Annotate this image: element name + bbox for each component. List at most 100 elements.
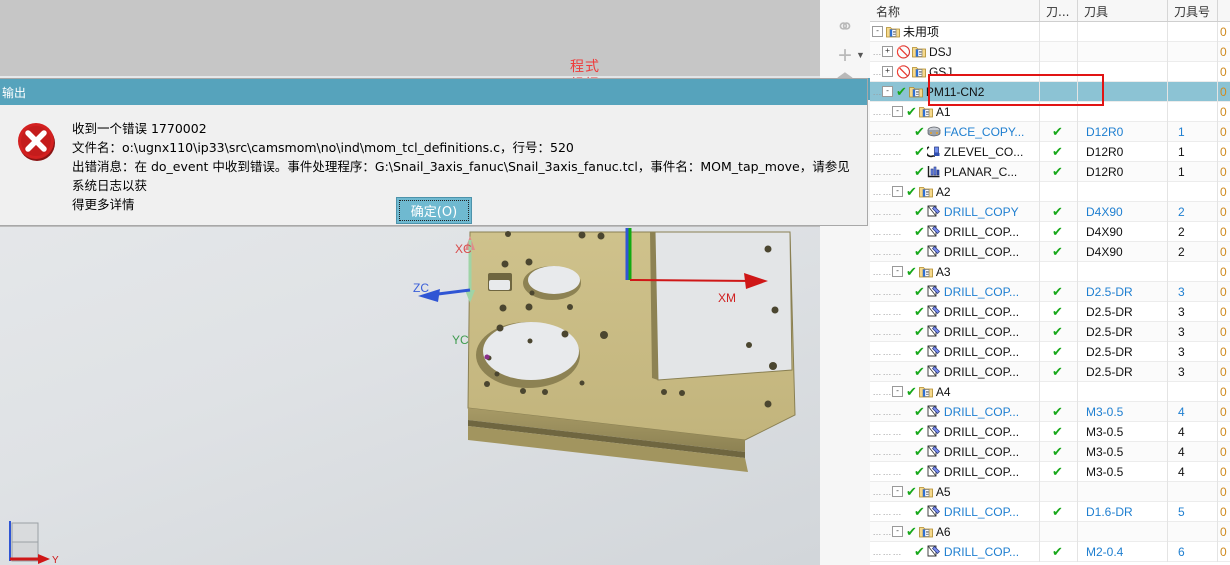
table-row[interactable]: ……… ✔ DRILL_COP... ✔ M3-0.5 4 0 [870, 401, 1230, 422]
check-icon[interactable]: ✔ [914, 505, 925, 518]
tree-cell-name[interactable]: ……… ✔ DRILL_COP... [870, 301, 1040, 322]
tree-cell-name[interactable]: … + 🚫 DSJ [870, 41, 1040, 62]
table-row[interactable]: ……… ✔ DRILL_COP... ✔ M2-0.4 6 0 [870, 541, 1230, 562]
tree-expander-toggle[interactable]: - [892, 106, 903, 117]
check-icon[interactable]: ✔ [914, 345, 925, 358]
check-icon[interactable]: ✔ [914, 285, 925, 298]
tree-guide: … [882, 106, 892, 117]
check-icon[interactable]: ✔ [896, 85, 907, 98]
check-icon[interactable]: ✔ [914, 205, 925, 218]
table-row[interactable]: ……… ✔ DRILL_COP... ✔ D4X90 2 0 [870, 241, 1230, 262]
tree-cell-name[interactable]: ……… ✔ DRILL_COP... [870, 401, 1040, 422]
table-row[interactable]: ……… ✔ DRILL_COP... ✔ M3-0.5 4 0 [870, 441, 1230, 462]
table-row[interactable]: …… - ✔ A2 0 [870, 181, 1230, 202]
table-row[interactable]: …… - ✔ A6 0 [870, 521, 1230, 542]
tree-cell-name[interactable]: …… - ✔ A3 [870, 261, 1040, 282]
tree-cell-name[interactable]: ……… ✔ DRILL_COP... [870, 281, 1040, 302]
check-icon[interactable]: ✔ [906, 485, 917, 498]
tree-cell-name[interactable]: …… - ✔ A6 [870, 521, 1040, 542]
svg-text:Y: Y [52, 555, 59, 565]
tree-cell-name[interactable]: ……… ✔ DRILL_COP... [870, 501, 1040, 522]
check-icon[interactable]: ✔ [914, 365, 925, 378]
table-row[interactable]: ……… ✔ DRILL_COP... ✔ D4X90 2 0 [870, 221, 1230, 242]
check-icon[interactable]: ✔ [906, 525, 917, 538]
table-row[interactable]: ……… ✔ DRILL_COP... ✔ D2.5-DR 3 0 [870, 301, 1230, 322]
table-row[interactable]: ……… ✔ DRILL_COP... ✔ D2.5-DR 3 0 [870, 341, 1230, 362]
tree-expander-toggle[interactable]: - [882, 86, 893, 97]
tree-cell-tool: D4X90 [1078, 221, 1168, 242]
tree-guide: … [882, 346, 892, 357]
column-header-tool[interactable]: 刀具 [1078, 0, 1168, 21]
column-header-gen[interactable]: 刀... [1040, 0, 1078, 21]
table-row[interactable]: ……… ✔ DRILL_COP... ✔ D2.5-DR 3 0 [870, 321, 1230, 342]
tree-cell-name[interactable]: ……… ✔ DRILL_COP... [870, 321, 1040, 342]
ok-button[interactable]: 确定(O) [395, 197, 473, 224]
check-icon[interactable]: ✔ [914, 165, 925, 178]
check-icon[interactable]: ✔ [906, 385, 917, 398]
tree-expander-toggle[interactable]: + [882, 46, 893, 57]
tree-cell-name[interactable]: ……… ✔ DRILL_COP... [870, 361, 1040, 382]
tree-cell-generated: ✔ [1040, 461, 1078, 482]
check-icon[interactable]: ✔ [906, 185, 917, 198]
table-row[interactable]: …… - ✔ A4 0 [870, 381, 1230, 402]
tree-cell-name[interactable]: ……… ✔ DRILL_COP... [870, 541, 1040, 562]
tree-expander-toggle[interactable]: - [892, 386, 903, 397]
tree-expander-toggle[interactable]: - [892, 486, 903, 497]
table-row[interactable]: ……… ✔ DRILL_COPY ✔ D4X90 2 0 [870, 201, 1230, 222]
link-icon[interactable]: ⚭ [820, 14, 870, 40]
tree-cell-name[interactable]: …… - ✔ A4 [870, 381, 1040, 402]
table-row[interactable]: ……… ✔ ZLEVEL_CO... ✔ D12R0 1 0 [870, 141, 1230, 162]
table-row[interactable]: ……… ✔ DRILL_COP... ✔ D2.5-DR 3 0 [870, 281, 1230, 302]
tree-expander-toggle[interactable]: - [872, 26, 883, 37]
table-row[interactable]: ……… ✔ PLANAR_C... ✔ D12R0 1 0 [870, 161, 1230, 182]
check-icon[interactable]: ✔ [914, 445, 925, 458]
tree-cell-name[interactable]: ……… ✔ DRILL_COP... [870, 221, 1040, 242]
check-icon[interactable]: ✔ [914, 145, 925, 158]
table-row[interactable]: ……… ✔ DRILL_COP... ✔ D1.6-DR 5 0 [870, 501, 1230, 522]
tree-cell-name[interactable]: ……… ✔ FACE_COPY... [870, 121, 1040, 142]
table-row[interactable]: …… - ✔ A3 0 [870, 261, 1230, 282]
check-icon[interactable]: ✔ [914, 225, 925, 238]
check-icon[interactable]: ✔ [914, 425, 925, 438]
check-icon[interactable]: ✔ [914, 125, 925, 138]
check-icon[interactable]: ✔ [914, 245, 925, 258]
table-row[interactable]: ……… ✔ DRILL_COP... ✔ M3-0.5 4 0 [870, 461, 1230, 482]
blocked-icon[interactable]: 🚫 [896, 45, 911, 59]
column-header-more[interactable] [1218, 0, 1230, 21]
table-row[interactable]: ……… ✔ DRILL_COP... ✔ M3-0.5 4 0 [870, 421, 1230, 442]
check-icon[interactable]: ✔ [906, 265, 917, 278]
table-row[interactable]: …… - ✔ A5 0 [870, 481, 1230, 502]
tree-cell-name[interactable]: ……… ✔ DRILL_COPY [870, 201, 1040, 222]
tree-cell-tool-number: 4 [1168, 421, 1218, 442]
tree-cell-name[interactable]: ……… ✔ DRILL_COP... [870, 421, 1040, 442]
orientation-cube[interactable]: Y [4, 519, 64, 565]
table-row[interactable]: … + 🚫 DSJ 0 [870, 41, 1230, 62]
column-header-toolnum[interactable]: 刀具号 [1168, 0, 1218, 21]
check-icon[interactable]: ✔ [914, 465, 925, 478]
tree-cell-name[interactable]: ……… ✔ DRILL_COP... [870, 341, 1040, 362]
tree-expander-toggle[interactable]: - [892, 186, 903, 197]
tree-expander-toggle[interactable]: - [892, 266, 903, 277]
tree-expander-toggle[interactable]: - [892, 526, 903, 537]
column-header-name[interactable]: 名称 [870, 0, 1040, 21]
tree-cell-name[interactable]: …… - ✔ A2 [870, 181, 1040, 202]
tree-item-label: DRILL_COPY [943, 204, 1019, 219]
table-row[interactable]: - 未用项 0 [870, 21, 1230, 42]
check-icon[interactable]: ✔ [914, 545, 925, 558]
tree-cell-name[interactable]: ……… ✔ DRILL_COP... [870, 461, 1040, 482]
tree-cell-name[interactable]: ……… ✔ ZLEVEL_CO... [870, 141, 1040, 162]
check-icon[interactable]: ✔ [906, 105, 917, 118]
chevron-down-icon[interactable]: ▼ [856, 50, 865, 60]
check-icon[interactable]: ✔ [914, 325, 925, 338]
tree-cell-name[interactable]: ……… ✔ PLANAR_C... [870, 161, 1040, 182]
tree-cell-name[interactable]: - 未用项 [870, 21, 1040, 42]
tree-cell-name[interactable]: …… - ✔ A5 [870, 481, 1040, 502]
tree-expander-toggle[interactable]: + [882, 66, 893, 77]
table-row[interactable]: ……… ✔ DRILL_COP... ✔ D2.5-DR 3 0 [870, 361, 1230, 382]
blocked-icon[interactable]: 🚫 [896, 65, 911, 79]
tree-cell-name[interactable]: ……… ✔ DRILL_COP... [870, 441, 1040, 462]
check-icon[interactable]: ✔ [914, 305, 925, 318]
check-icon[interactable]: ✔ [914, 405, 925, 418]
table-row[interactable]: ……… ✔ FACE_COPY... ✔ D12R0 1 0 [870, 121, 1230, 142]
tree-cell-name[interactable]: ……… ✔ DRILL_COP... [870, 241, 1040, 262]
